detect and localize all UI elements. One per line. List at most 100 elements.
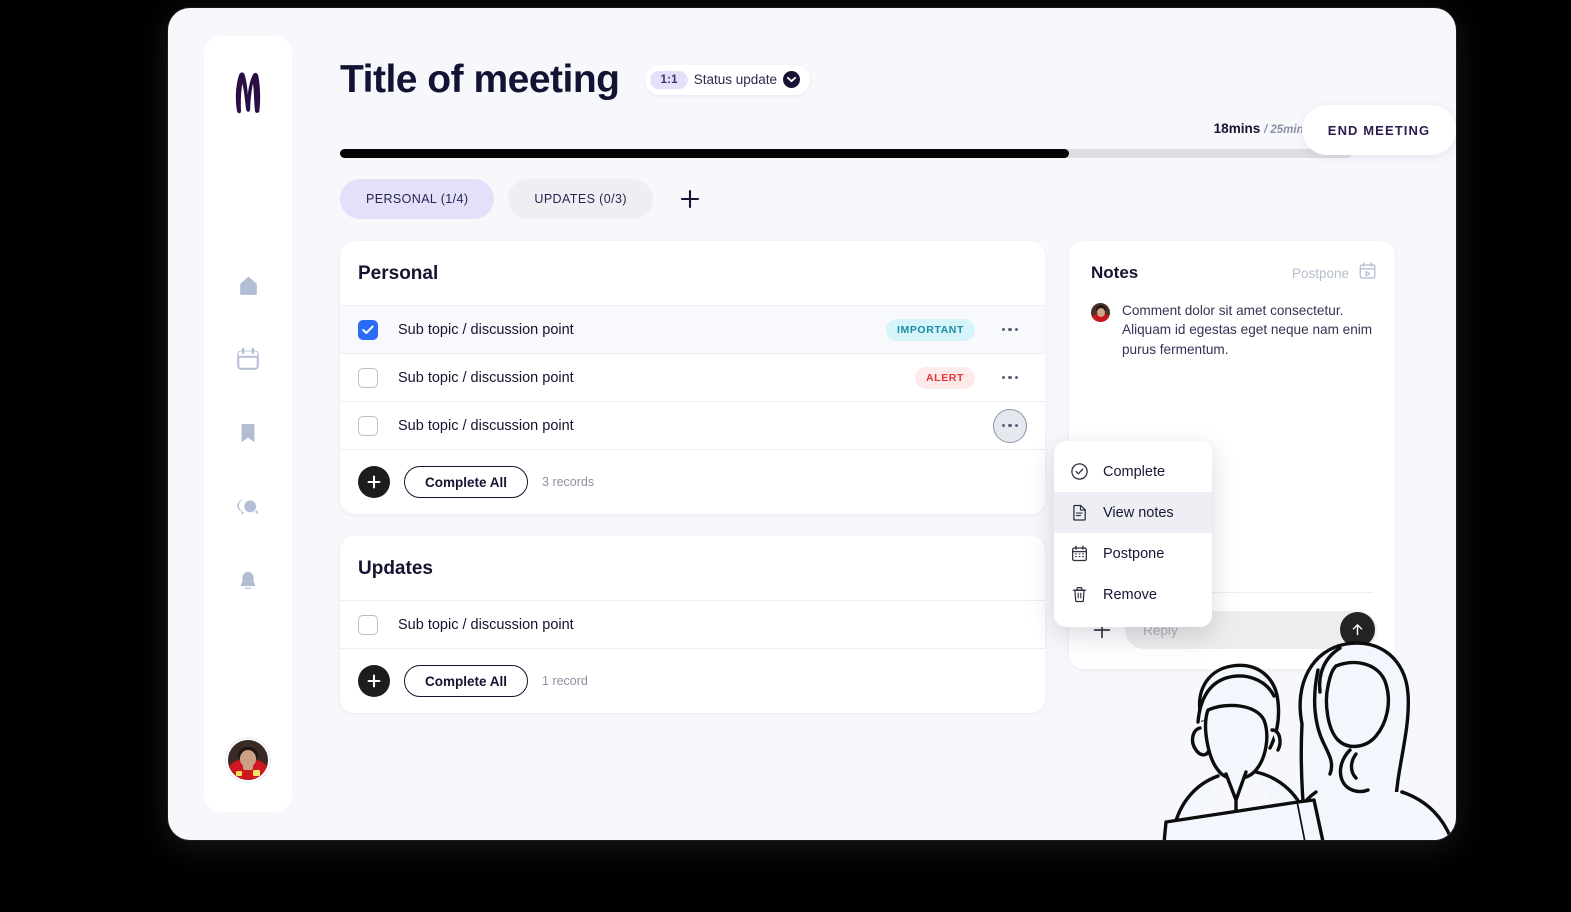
menu-item-complete[interactable]: Complete	[1054, 451, 1212, 492]
task-row-actions: IMPORTANT	[885, 313, 1027, 347]
section-title: Personal	[340, 241, 1045, 306]
dot-icon	[1014, 423, 1019, 428]
menu-item-label: View notes	[1103, 504, 1174, 521]
tab-updates[interactable]: UPDATES (0/3)	[508, 179, 653, 219]
bookmark-icon	[241, 424, 255, 443]
table-row[interactable]: Sub topic / discussion point ALERT	[340, 354, 1045, 402]
sidebar-item-home[interactable]	[227, 264, 269, 306]
row-context-menu: Complete View notes Postpone Remove	[1054, 441, 1212, 627]
m-logo-icon[interactable]	[225, 68, 271, 116]
sections-column: Personal Sub topic / discussion point IM…	[340, 241, 1045, 713]
row-menu-button[interactable]	[993, 361, 1027, 395]
sidebar-item-notifications[interactable]	[227, 560, 269, 602]
add-item-button[interactable]	[358, 665, 390, 697]
note-comment-text: Comment dolor sit amet consectetur. Aliq…	[1122, 303, 1373, 357]
task-label: Sub topic / discussion point	[398, 321, 574, 338]
plus-icon	[680, 189, 699, 209]
end-meeting-button[interactable]: END MEETING	[1302, 105, 1456, 155]
task-checkbox[interactable]	[358, 367, 378, 388]
send-reply-button[interactable]	[1340, 612, 1375, 647]
section-footer: Complete All 3 records	[340, 450, 1045, 514]
plus-icon	[367, 475, 381, 489]
progress-row: 18mins / 25mins END MEETING	[340, 105, 1456, 173]
task-label: Sub topic / discussion point	[398, 369, 574, 386]
table-row[interactable]: Sub topic / discussion point	[340, 601, 1045, 649]
note-comment: Comment dolor sit amet consectetur. Aliq…	[1069, 285, 1395, 359]
sidebar-nav	[227, 264, 269, 602]
dot-icon	[1008, 375, 1012, 380]
dot-icon	[1008, 327, 1012, 332]
row-menu-button-active[interactable]	[993, 408, 1027, 443]
sidebar-item-bookmark[interactable]	[227, 412, 269, 454]
notes-postpone-button[interactable]: Postpone	[1292, 261, 1377, 285]
avatar[interactable]	[226, 738, 270, 782]
meeting-chip-pill: 1:1	[650, 70, 688, 89]
menu-item-label: Remove	[1103, 586, 1157, 603]
document-icon	[1070, 503, 1089, 522]
calendar-icon	[237, 347, 259, 370]
home-icon	[239, 276, 257, 295]
task-checkbox[interactable]	[358, 415, 378, 436]
dot-icon	[1001, 423, 1006, 428]
calendar-icon	[1070, 544, 1089, 563]
app-window: Title of meeting 1:1 Status update 18min…	[168, 8, 1456, 840]
dot-icon	[1001, 327, 1006, 332]
section-footer: Complete All 1 record	[340, 649, 1045, 713]
task-label: Sub topic / discussion point	[398, 616, 574, 633]
avatar-wrapper	[226, 738, 270, 782]
screen-root: Title of meeting 1:1 Status update 18min…	[0, 0, 1571, 912]
add-tab-button[interactable]	[673, 182, 707, 216]
section-title: Updates	[340, 536, 1045, 601]
task-row-actions	[993, 408, 1027, 443]
section-card-personal: Personal Sub topic / discussion point IM…	[340, 241, 1045, 514]
note-author-avatar	[1091, 303, 1110, 322]
task-label: Sub topic / discussion point	[398, 417, 574, 434]
dot-icon	[1014, 375, 1019, 380]
avatar-collar	[243, 760, 253, 770]
chat-icon	[237, 499, 258, 515]
tabs-row: PERSONAL (1/4) UPDATES (0/3)	[340, 179, 1440, 219]
task-checkbox[interactable]	[358, 614, 378, 635]
sidebar	[204, 36, 292, 812]
bell-icon	[240, 572, 256, 589]
sidebar-item-calendar[interactable]	[227, 338, 269, 380]
add-item-button[interactable]	[358, 466, 390, 498]
menu-item-postpone[interactable]: Postpone	[1054, 533, 1212, 574]
menu-item-label: Postpone	[1103, 545, 1165, 562]
menu-item-label: Complete	[1103, 463, 1166, 480]
progress-bar	[340, 149, 1352, 158]
timer-elapsed: 18mins	[1213, 121, 1261, 136]
notes-postpone-label: Postpone	[1291, 265, 1349, 281]
notes-title: Notes	[1091, 263, 1139, 282]
section-card-updates: Updates Sub topic / discussion point Com…	[340, 536, 1045, 713]
meeting-timer: 18mins / 25mins	[1214, 121, 1310, 136]
row-menu-button[interactable]	[993, 313, 1027, 347]
avatar-badge-left	[236, 771, 242, 776]
main-content: Title of meeting 1:1 Status update 18min…	[340, 32, 1456, 840]
avatar-badge-right	[253, 770, 260, 776]
meeting-chip-label: Status update	[693, 72, 778, 87]
header-row: Title of meeting 1:1 Status update	[340, 32, 1440, 99]
progress-bar-fill	[340, 149, 1069, 158]
page-title: Title of meeting	[340, 58, 620, 101]
chevron-down-icon[interactable]	[783, 71, 801, 88]
status-badge: IMPORTANT	[885, 318, 975, 341]
sidebar-item-chat[interactable]	[227, 486, 269, 528]
tab-personal[interactable]: PERSONAL (1/4)	[340, 179, 495, 219]
meeting-type-chip[interactable]: 1:1 Status update	[645, 64, 811, 95]
table-row[interactable]: Sub topic / discussion point	[340, 402, 1045, 450]
calendar-forward-icon	[1358, 261, 1377, 285]
notes-header: Notes Postpone	[1069, 241, 1395, 285]
trash-icon	[1070, 585, 1089, 604]
dot-icon	[1001, 375, 1006, 380]
task-checkbox[interactable]	[358, 319, 378, 340]
check-circle-icon	[1070, 462, 1089, 481]
complete-all-button[interactable]: Complete All	[404, 466, 529, 498]
task-row-actions: ALERT	[915, 361, 1027, 395]
table-row[interactable]: Sub topic / discussion point IMPORTANT	[340, 306, 1045, 354]
menu-item-remove[interactable]: Remove	[1054, 574, 1212, 615]
menu-item-view-notes[interactable]: View notes	[1054, 492, 1212, 533]
complete-all-button[interactable]: Complete All	[404, 665, 529, 697]
record-count: 1 record	[542, 674, 588, 688]
dot-icon	[1014, 327, 1019, 332]
